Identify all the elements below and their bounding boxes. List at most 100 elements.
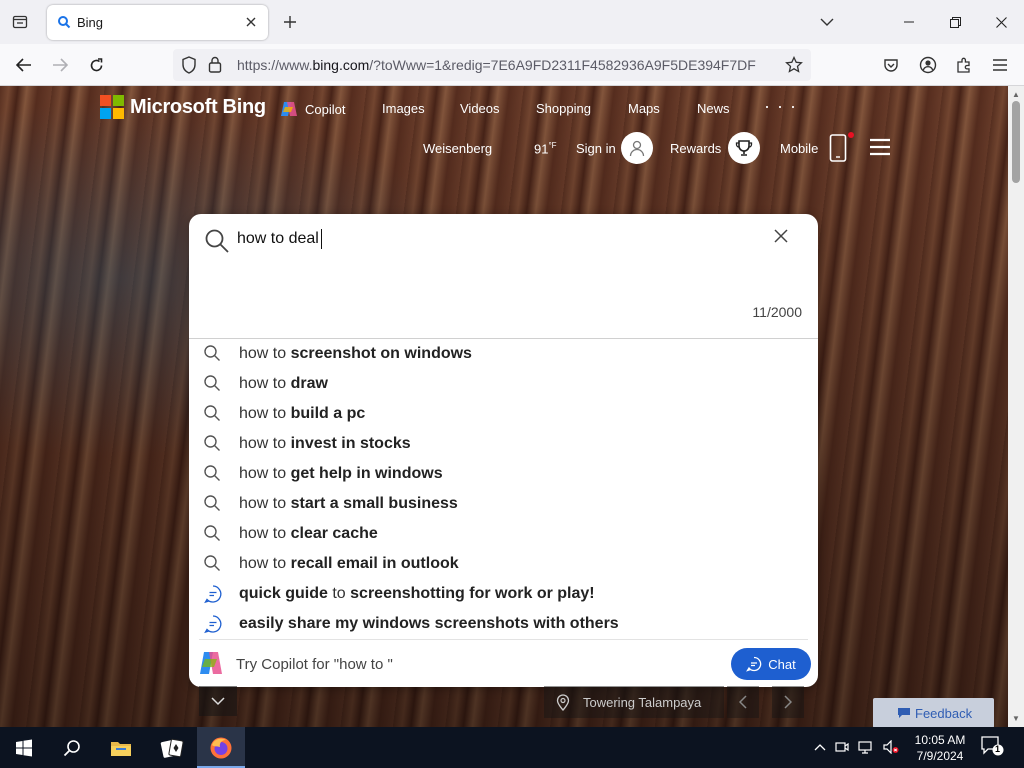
firefox-view-icon[interactable] [8, 10, 32, 34]
clear-search-icon[interactable] [774, 229, 788, 243]
suggestion-plain-text: how to [239, 465, 291, 482]
hamburger-menu-icon[interactable] [869, 138, 891, 156]
suggestion-item[interactable]: how to start a small business [189, 488, 818, 518]
vertical-scrollbar[interactable]: ▲ ▼ [1008, 86, 1024, 727]
rewards-link[interactable]: Rewards [670, 141, 721, 156]
scroll-down-arrow-icon[interactable]: ▼ [1012, 714, 1020, 723]
logo-yellow-square [113, 108, 124, 119]
suggestion-bold-text: draw [290, 375, 328, 392]
reload-icon[interactable] [84, 53, 108, 77]
suggestion-plain-text: how to [239, 405, 291, 422]
previous-image-button[interactable] [727, 686, 759, 718]
chat-bubble-icon [203, 614, 223, 634]
account-icon[interactable] [916, 53, 940, 77]
suggestion-item[interactable]: how to draw [189, 368, 818, 398]
action-center-icon[interactable]: 1 [980, 735, 1004, 757]
suggestion-plain-text: how to [239, 435, 291, 452]
windows-start-icon[interactable] [0, 727, 48, 768]
weather-temperature[interactable]: 91°F [534, 141, 557, 156]
suggestion-item[interactable]: easily share my windows screenshots with… [189, 608, 818, 638]
system-clock[interactable]: 10:05 AM 7/9/2024 [910, 732, 970, 764]
search-icon [57, 15, 71, 29]
chevron-up-icon[interactable] [814, 740, 826, 754]
suggestion-text: how to get help in windows [239, 465, 443, 483]
copilot-icon [280, 101, 298, 117]
volume-muted-icon[interactable] [883, 740, 899, 754]
feedback-button[interactable]: Feedback [873, 698, 994, 727]
suggestion-item[interactable]: how to get help in windows [189, 458, 818, 488]
solitaire-icon[interactable] [148, 727, 196, 768]
nav-maps[interactable]: Maps [628, 101, 660, 116]
minimize-button[interactable] [886, 0, 932, 44]
scroll-down-button[interactable] [199, 686, 237, 716]
clock-date: 7/9/2024 [916, 749, 964, 763]
chat-button-label: Chat [768, 656, 796, 672]
suggestion-item[interactable]: how to invest in stocks [189, 428, 818, 458]
network-icon[interactable] [858, 740, 874, 754]
suggestion-item[interactable]: how to recall email in outlook [189, 548, 818, 578]
tracking-protection-shield-icon[interactable] [181, 56, 197, 74]
url-domain: bing.com [312, 57, 370, 73]
maximize-button[interactable] [932, 0, 978, 44]
firefox-icon[interactable] [197, 727, 245, 768]
bookmark-star-icon[interactable] [785, 56, 803, 74]
suggestion-text: how to draw [239, 375, 328, 393]
sign-in-link[interactable]: Sign in [576, 141, 616, 156]
suggestion-text: how to recall email in outlook [239, 555, 459, 573]
suggestion-item[interactable]: how to build a pc [189, 398, 818, 428]
suggestion-bold-text: quick guide [239, 585, 328, 602]
nav-more-button[interactable]: · · · [764, 96, 797, 117]
nav-news[interactable]: News [697, 101, 730, 116]
weather-location[interactable]: Weisenberg [423, 141, 492, 156]
close-window-button[interactable] [978, 0, 1024, 44]
suggestion-item[interactable]: how to clear cache [189, 518, 818, 548]
suggestion-item[interactable]: quick guide to screenshotting for work o… [189, 578, 818, 608]
tab-bing[interactable]: Bing [47, 5, 268, 40]
back-arrow-icon[interactable] [12, 53, 36, 77]
meet-now-icon[interactable] [835, 740, 849, 754]
scroll-up-arrow-icon[interactable]: ▲ [1012, 90, 1020, 99]
mobile-link[interactable]: Mobile [780, 141, 818, 156]
microsoft-bing-logo[interactable]: Microsoft Bing [100, 95, 266, 119]
nav-shopping[interactable]: Shopping [536, 101, 591, 116]
nav-images[interactable]: Images [382, 101, 425, 116]
search-icon [203, 404, 221, 422]
suggestion-plain-text: how to [239, 345, 291, 362]
image-caption[interactable]: Towering Talampaya [544, 686, 724, 718]
next-image-button[interactable] [772, 686, 804, 718]
taskbar-search-icon[interactable] [48, 727, 96, 768]
hamburger-menu-icon[interactable] [988, 53, 1012, 77]
address-bar[interactable]: https://www.bing.com/?toWww=1&redig=7E6A… [173, 49, 811, 81]
suggestion-text: how to clear cache [239, 525, 378, 543]
search-icon [203, 434, 221, 452]
url-prefix: https://www. [237, 57, 313, 73]
nav-copilot[interactable]: Copilot [280, 101, 345, 117]
new-tab-icon[interactable] [278, 10, 302, 34]
close-tab-icon[interactable] [240, 11, 262, 33]
suggestion-text: how to screenshot on windows [239, 345, 472, 363]
suggestion-item[interactable]: how to screenshot on windows [189, 338, 818, 368]
suggestion-bold-text: get help in windows [290, 465, 443, 482]
lock-icon[interactable] [208, 56, 222, 73]
chevron-down-icon[interactable] [815, 10, 839, 34]
suggestion-plain-text: how to [239, 525, 291, 542]
chat-button[interactable]: Chat [731, 648, 811, 680]
logo-text: Microsoft Bing [130, 95, 266, 118]
rewards-trophy-icon[interactable] [728, 132, 760, 164]
copilot-prompt[interactable]: Try Copilot for "how to " [236, 656, 393, 673]
file-explorer-icon[interactable] [97, 727, 145, 768]
search-icon [203, 374, 221, 392]
navigation-toolbar: https://www.bing.com/?toWww=1&redig=7E6A… [0, 44, 1024, 86]
pocket-icon[interactable] [879, 53, 903, 77]
suggestion-plain-text: how to [239, 375, 291, 392]
forward-arrow-icon[interactable] [48, 53, 72, 77]
url-text[interactable]: https://www.bing.com/?toWww=1&redig=7E6A… [237, 57, 757, 73]
text-caret [321, 229, 322, 249]
extensions-puzzle-icon[interactable] [952, 53, 976, 77]
search-input[interactable]: how to deal [237, 230, 319, 248]
nav-videos[interactable]: Videos [460, 101, 500, 116]
mobile-phone-icon[interactable] [829, 134, 847, 162]
scrollbar-thumb[interactable] [1012, 101, 1020, 183]
search-icon[interactable] [204, 228, 230, 254]
user-avatar-icon[interactable] [621, 132, 653, 164]
